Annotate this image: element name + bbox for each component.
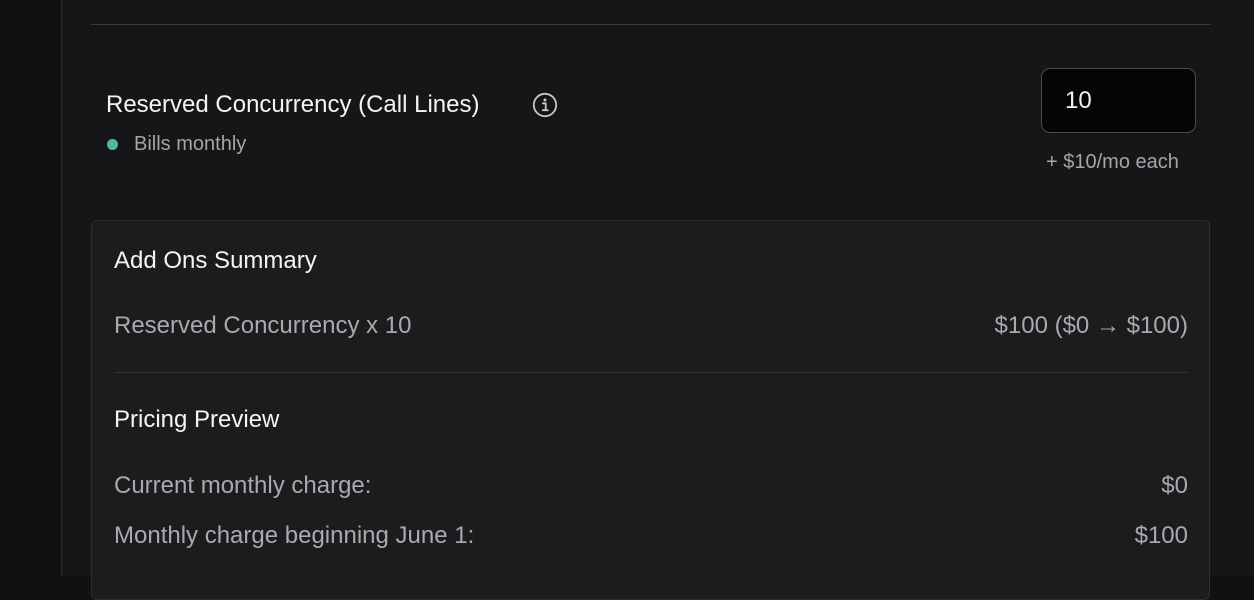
section-divider xyxy=(91,24,1211,25)
summary-divider xyxy=(114,372,1188,373)
current-charge-value: $0 xyxy=(1161,472,1188,499)
pricing-preview-title: Pricing Preview xyxy=(114,406,280,433)
reserved-concurrency-title: Reserved Concurrency (Call Lines) xyxy=(106,91,480,118)
status-dot xyxy=(107,139,118,150)
current-charge-label: Current monthly charge: xyxy=(114,472,372,499)
next-charge-label: Monthly charge beginning June 1: xyxy=(114,522,475,549)
billing-status-text: Bills monthly xyxy=(134,133,247,155)
summary-item-value: $100 ($0 → $100) xyxy=(994,312,1188,339)
add-ons-summary-title: Add Ons Summary xyxy=(114,247,317,274)
unit-price-note: + $10/mo each xyxy=(1046,151,1179,173)
concurrency-quantity-input[interactable] xyxy=(1041,68,1196,133)
next-charge-value: $100 xyxy=(1134,522,1188,549)
info-circle-icon[interactable] xyxy=(532,92,558,118)
summary-item-label: Reserved Concurrency x 10 xyxy=(114,312,412,339)
